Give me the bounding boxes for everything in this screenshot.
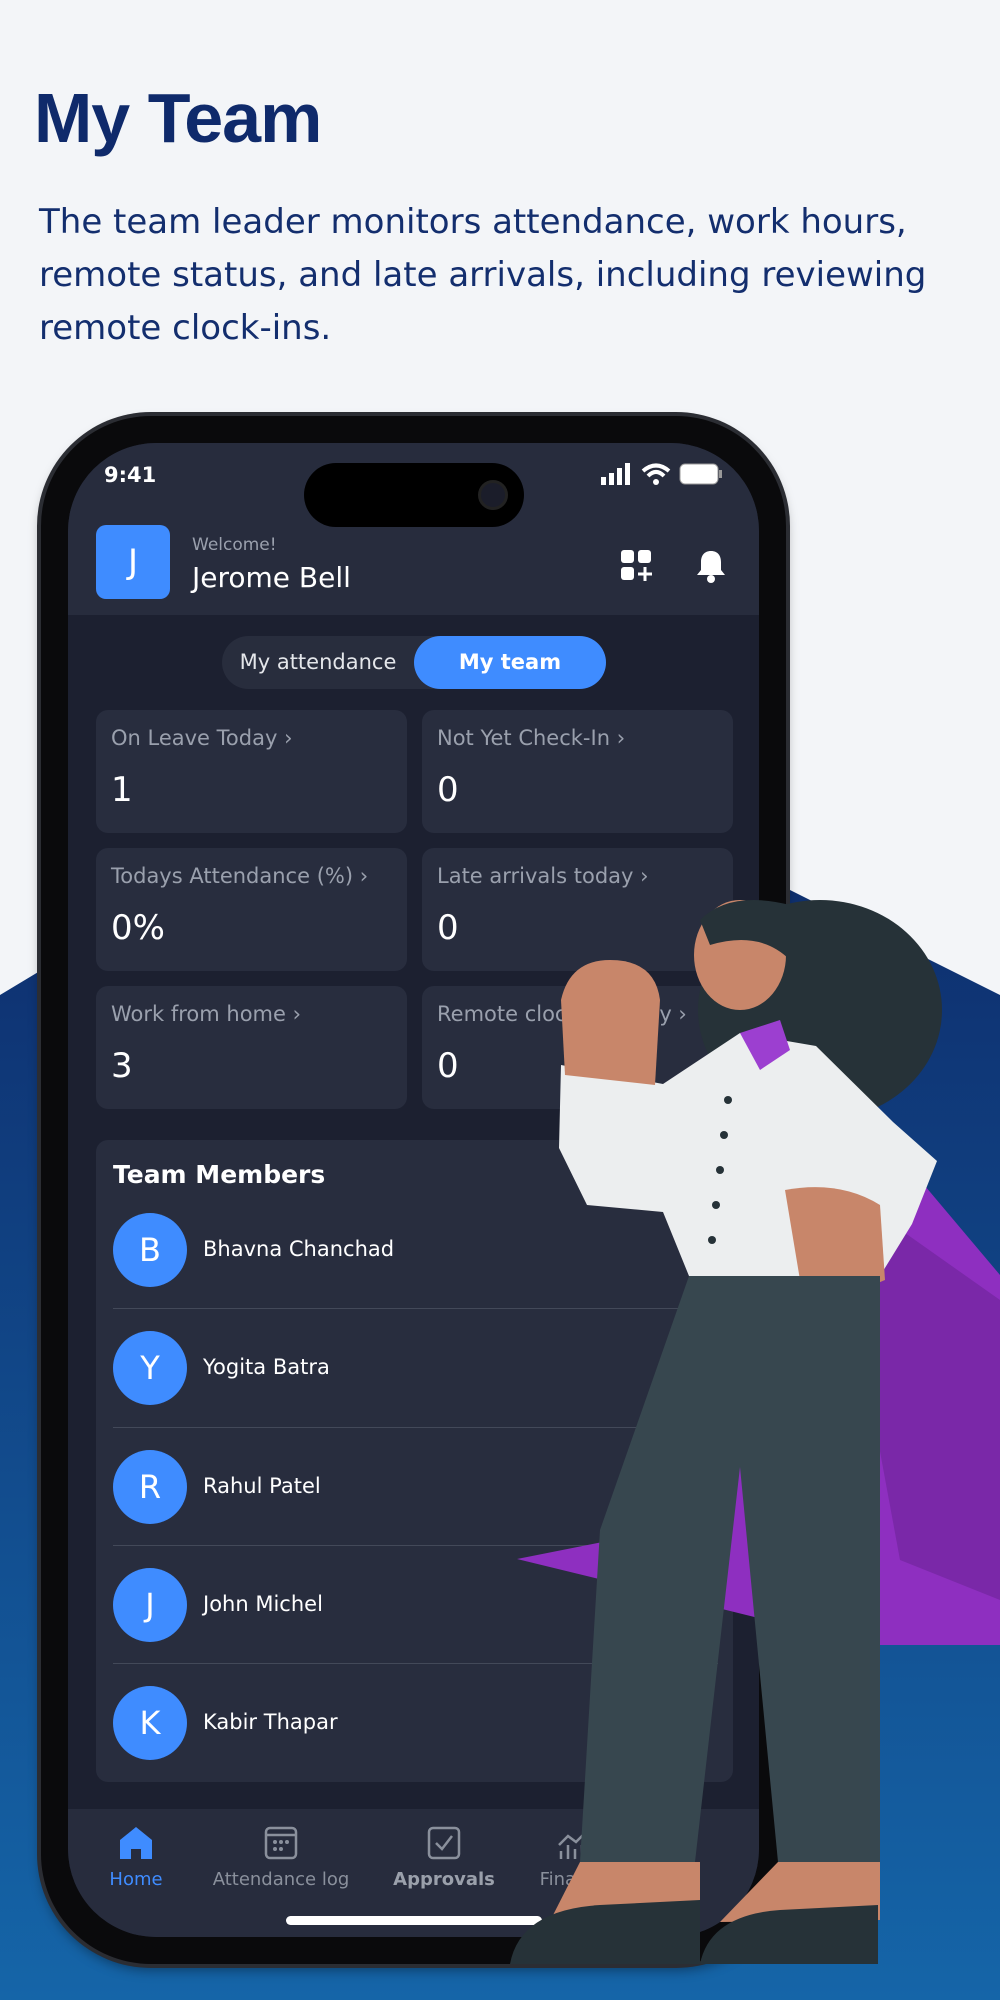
team-member-row[interactable]: R Rahul Patel [113, 1414, 718, 1532]
apps-add-icon[interactable] [620, 549, 654, 583]
stat-card-late-arrivals[interactable]: Late arrivals today › 0 [422, 848, 733, 971]
nav-attendance-log[interactable]: Attendance log [201, 1825, 361, 1890]
page-title: My Team [34, 79, 322, 157]
status-time: 9:41 [104, 463, 157, 487]
avatar: Y [113, 1331, 187, 1405]
stat-card-not-checked-in[interactable]: Not Yet Check-In › 0 [422, 710, 733, 833]
stat-card-on-leave[interactable]: On Leave Today › 1 [96, 710, 407, 833]
stat-card-attendance[interactable]: Todays Attendance (%) › 0% [96, 848, 407, 971]
avatar: B [113, 1213, 187, 1287]
nav-home[interactable]: Home [68, 1825, 216, 1890]
app-screen: 9:41 J Welcome! Jerome Bell My attendanc… [68, 443, 759, 1937]
bell-icon[interactable] [696, 549, 726, 583]
avatar: J [113, 1568, 187, 1642]
team-members-card: Team Members Total B Bhavna Chanchad Y Yog… [96, 1140, 733, 1782]
stat-card-wfh[interactable]: Work from home › 3 [96, 986, 407, 1109]
page-description: The team leader monitors attendance, wor… [39, 202, 927, 348]
home-icon [120, 1827, 152, 1859]
calendar-icon [264, 1826, 298, 1860]
view-toggle: My attendance My team [222, 636, 606, 689]
status-icons [601, 463, 723, 485]
user-name: Jerome Bell [192, 561, 351, 594]
nav-finance[interactable]: Finance [494, 1825, 654, 1890]
phone-frame: 9:41 J Welcome! Jerome Bell My attendanc… [41, 416, 786, 1964]
tab-my-attendance[interactable]: My attendance [222, 636, 414, 689]
avatar: R [113, 1450, 187, 1524]
checkbox-icon [427, 1826, 461, 1860]
stat-card-remote-clockin[interactable]: Remote clock-in today › 0 [422, 986, 733, 1109]
camera-icon [478, 480, 508, 510]
wifi-icon [641, 463, 671, 485]
welcome-label: Welcome! [192, 535, 277, 555]
signal-icon [601, 463, 630, 485]
user-avatar[interactable]: J [96, 525, 170, 599]
home-indicator [286, 1916, 542, 1925]
battery-icon [679, 463, 722, 485]
team-member-row[interactable]: B Bhavna Chanchad [113, 1177, 718, 1295]
team-member-row[interactable]: J John Michel [113, 1532, 718, 1650]
team-member-row[interactable]: K Kabir Thapar [113, 1650, 718, 1768]
tab-my-team[interactable]: My team [414, 636, 606, 689]
team-member-row[interactable]: Y Yogita Batra [113, 1295, 718, 1413]
dynamic-island [304, 463, 524, 527]
avatar: K [113, 1686, 187, 1760]
chart-icon [558, 1828, 591, 1859]
